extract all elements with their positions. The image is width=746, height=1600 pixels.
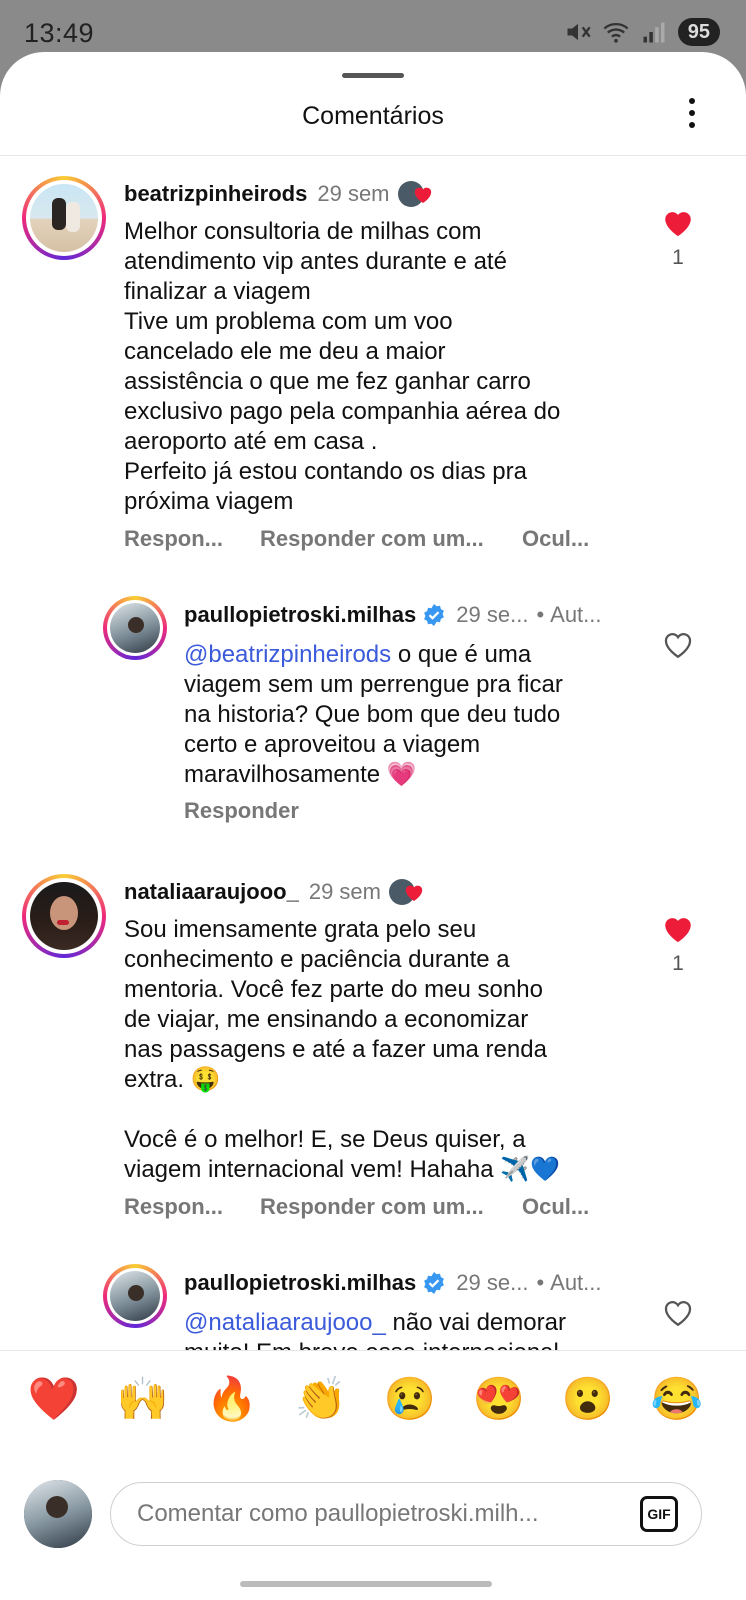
reply-button[interactable]: Respon...: [124, 526, 223, 552]
reply-time: 29 se...: [456, 602, 529, 627]
like-heart-outline-icon[interactable]: [661, 1296, 695, 1328]
reply-actions: Responder: [184, 798, 384, 828]
more-dot-icon: [689, 98, 695, 104]
hide-button[interactable]: Ocul...: [522, 1194, 589, 1220]
reply-username[interactable]: paullopietroski.milhas: [184, 1270, 416, 1296]
emoji-clap-button[interactable]: 👏: [291, 1375, 351, 1423]
mention-link[interactable]: @beatrizpinheirods: [184, 641, 391, 668]
more-options-button[interactable]: [682, 98, 702, 134]
liked-by-author-icon: [389, 878, 425, 906]
signal-icon: [643, 22, 665, 43]
quick-emoji-bar: ❤️ 🙌 🔥 👏 😢 😍 😮 😂: [0, 1350, 746, 1449]
comment-actions: Respon... Responder com um... Ocul...: [124, 526, 604, 556]
comment-time: 29 sem: [308, 879, 381, 904]
comments-list[interactable]: beatrizpinheirods 29 sem Melhor consulto…: [0, 156, 746, 1428]
emoji-heart-button[interactable]: ❤️: [24, 1375, 84, 1423]
mute-icon: [567, 23, 591, 41]
avatar[interactable]: [22, 874, 106, 958]
author-label: Aut...: [550, 602, 602, 627]
like-heart-icon[interactable]: [661, 912, 695, 944]
comment-input[interactable]: Comentar como paullopietroski.milh...: [110, 1482, 702, 1546]
emoji-heart-eyes-button[interactable]: 😍: [469, 1375, 529, 1423]
reply-time: 29 se...: [456, 1270, 529, 1295]
comment-text: Sou imensamente grata pelo seu conhecimen…: [124, 916, 560, 1183]
comment-actions: Respon... Responder com um... Ocul...: [124, 1194, 604, 1224]
emoji-surprised-button[interactable]: 😮: [558, 1375, 618, 1423]
avatar[interactable]: [22, 176, 106, 260]
drag-handle[interactable]: [342, 73, 404, 78]
status-time: 13:49: [24, 18, 95, 48]
more-dot-icon: [689, 122, 695, 128]
sheet-title: Comentários: [302, 102, 444, 130]
own-avatar[interactable]: [24, 1480, 92, 1548]
reply-with-button[interactable]: Responder com um...: [260, 1194, 484, 1220]
emoji-crying-button[interactable]: 😢: [380, 1375, 440, 1423]
like-heart-icon[interactable]: [661, 206, 695, 238]
verified-badge-icon: [424, 604, 445, 626]
verified-badge-icon: [424, 1272, 445, 1294]
hide-button[interactable]: Ocul...: [522, 526, 589, 552]
reply-text: @beatrizpinheirods o que é uma viagem se…: [184, 641, 563, 788]
avatar[interactable]: [103, 596, 167, 660]
avatar[interactable]: [103, 1264, 167, 1328]
more-dot-icon: [689, 110, 695, 116]
comment-composer: Comentar como paullopietroski.milh... GI…: [0, 1448, 746, 1600]
comment-username[interactable]: nataliaaraujooo_: [124, 879, 299, 905]
comment-text: Melhor consultoria de milhas com atendime…: [124, 218, 561, 515]
comments-sheet: Comentários beatrizpinheirods 29 sem Mel…: [0, 52, 746, 1600]
reply-with-button[interactable]: Responder com um...: [260, 526, 484, 552]
gif-button[interactable]: GIF: [640, 1496, 678, 1532]
reply-username[interactable]: paullopietroski.milhas: [184, 602, 416, 628]
like-count: 1: [672, 246, 684, 269]
mention-link[interactable]: @nataliaaraujooo_: [184, 1309, 386, 1336]
home-indicator[interactable]: [240, 1581, 492, 1587]
reply-button[interactable]: Responder: [184, 798, 299, 824]
status-icons: 95: [564, 18, 720, 46]
comment-time: 29 sem: [317, 181, 390, 206]
emoji-raised-hands-button[interactable]: 🙌: [113, 1375, 173, 1423]
reply-button[interactable]: Respon...: [124, 1194, 223, 1220]
author-label: Aut...: [550, 1270, 602, 1295]
battery-indicator: 95: [677, 18, 720, 46]
emoji-fire-button[interactable]: 🔥: [202, 1375, 262, 1423]
liked-by-author-icon: [397, 180, 434, 208]
like-count: 1: [672, 952, 684, 975]
emoji-laughing-button[interactable]: 😂: [647, 1375, 707, 1423]
wifi-icon: [603, 22, 629, 43]
like-heart-outline-icon[interactable]: [661, 628, 695, 660]
comment-username[interactable]: beatrizpinheirods: [124, 181, 307, 207]
